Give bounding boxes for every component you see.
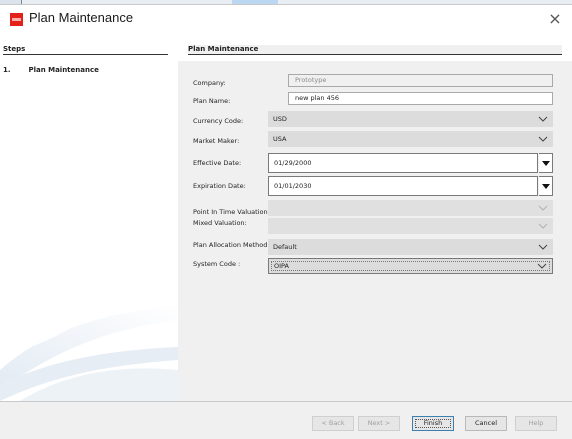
expiration-date-dropdown-button[interactable] (539, 176, 553, 196)
company-label: Company: (193, 79, 226, 87)
currency-code-value: USD (273, 115, 287, 123)
system-code-value: OIPA (274, 262, 289, 270)
main-heading: Plan Maintenance (188, 45, 562, 55)
cancel-button[interactable]: Cancel (465, 416, 507, 431)
plan-allocation-method-select[interactable]: Default (268, 239, 553, 255)
chevron-down-icon (538, 200, 548, 216)
plan-name-label: Plan Name: (193, 97, 231, 105)
chevron-down-icon (538, 218, 548, 234)
back-button[interactable]: < Back (312, 416, 354, 431)
plan-allocation-method-label: Plan Allocation Method : (193, 241, 272, 249)
expiration-date-label: Expiration Date: (193, 182, 246, 190)
close-button[interactable]: × (545, 9, 565, 29)
expiration-date-input[interactable]: 01/01/2030 (268, 176, 538, 196)
decorative-swoosh-graphic (0, 293, 178, 401)
currency-code-label: Currency Code: (193, 117, 244, 125)
step-label: Plan Maintenance (28, 66, 99, 74)
window-title: Plan Maintenance (29, 10, 134, 25)
system-code-select[interactable]: OIPA (268, 258, 553, 274)
oracle-logo-icon (10, 13, 23, 26)
currency-code-select[interactable]: USD (268, 111, 553, 127)
market-maker-select[interactable]: USA (268, 131, 553, 147)
plan-maintenance-dialog: Plan Maintenance × Steps 1. Plan Mainten… (0, 4, 572, 439)
mixed-valuation-select[interactable] (268, 218, 553, 234)
plan-allocation-method-value: Default (273, 243, 297, 251)
point-in-time-valuation-label: Point In Time Valuation: (193, 208, 270, 216)
step-item-plan-maintenance: 1. Plan Maintenance (3, 66, 99, 74)
effective-date-dropdown-button[interactable] (539, 153, 553, 173)
next-button[interactable]: Next > (358, 416, 400, 431)
effective-date-label: Effective Date: (193, 159, 242, 167)
steps-panel: Steps 1. Plan Maintenance (0, 35, 178, 401)
effective-date-picker: 01/29/2000 (268, 153, 553, 173)
company-field: Prototype (288, 74, 553, 87)
chevron-down-icon (537, 259, 547, 275)
step-number: 1. (3, 66, 11, 74)
title-bar: Plan Maintenance × (0, 5, 572, 35)
mixed-valuation-label: Mixed Valuation: (193, 219, 247, 227)
chevron-down-icon (538, 239, 548, 255)
market-maker-label: Market Maker: (193, 137, 240, 145)
point-in-time-valuation-select[interactable] (268, 200, 553, 216)
chevron-down-icon (538, 131, 548, 147)
system-code-label: System Code : (193, 260, 241, 268)
finish-button[interactable]: Finish (412, 416, 454, 431)
button-bar: < Back Next > Finish Cancel Help (0, 401, 572, 439)
plan-name-field[interactable]: new plan 456 (288, 92, 553, 105)
effective-date-input[interactable]: 01/29/2000 (268, 153, 538, 173)
chevron-down-icon (538, 111, 548, 127)
expiration-date-picker: 01/01/2030 (268, 176, 553, 196)
main-panel: Plan Maintenance Company: Prototype Plan… (178, 35, 572, 401)
help-button[interactable]: Help (515, 416, 557, 431)
steps-heading: Steps (3, 45, 168, 55)
market-maker-value: USA (273, 135, 287, 143)
